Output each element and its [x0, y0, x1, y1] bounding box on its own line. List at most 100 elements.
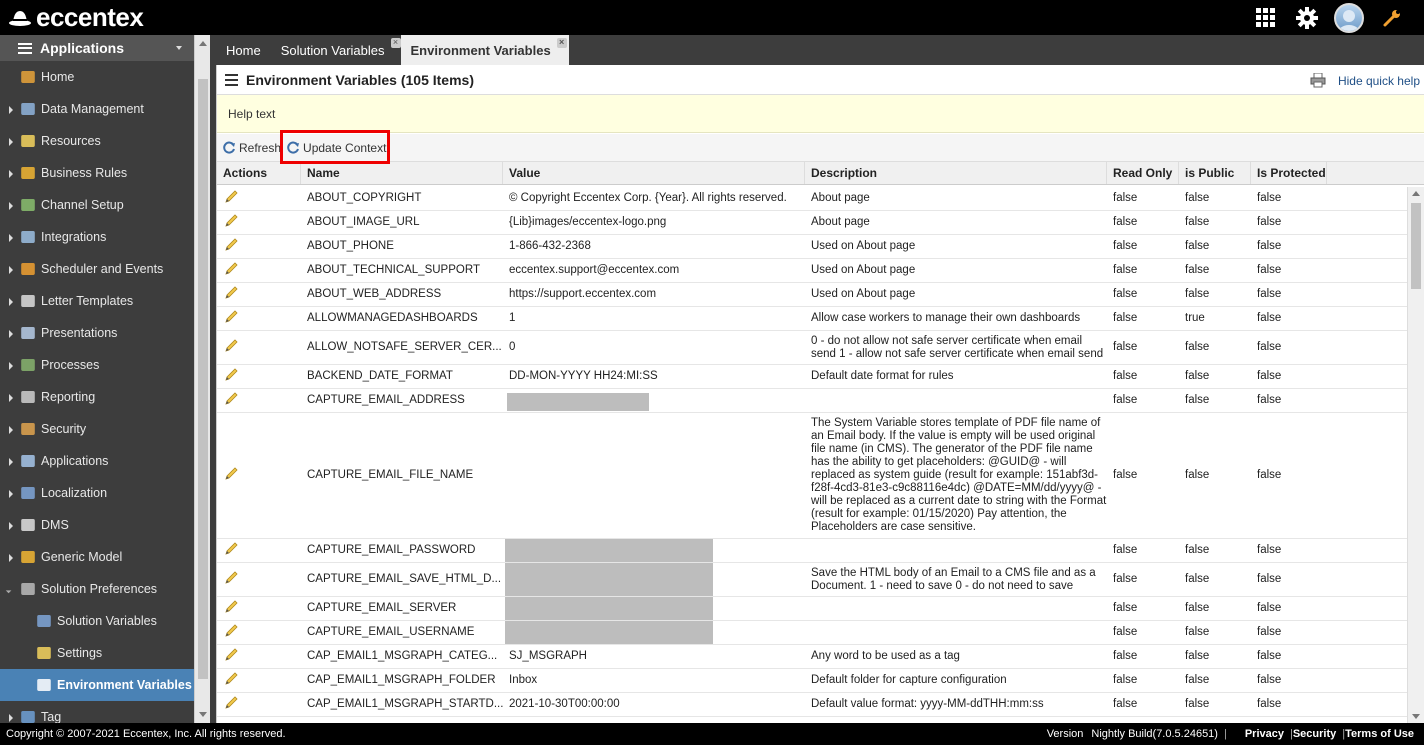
sidebar-header[interactable]: Applications	[0, 35, 194, 61]
edit-pencil-icon[interactable]	[223, 695, 239, 715]
close-icon[interactable]: ×	[390, 38, 401, 48]
table-row[interactable]: CAPTURE_EMAIL_PASSWORD false false false	[217, 539, 1407, 563]
edit-pencil-icon[interactable]	[223, 570, 239, 590]
sidebar-item-business-rules[interactable]: Business Rules	[0, 157, 194, 189]
expand-arrow-icon[interactable]	[9, 106, 13, 114]
wrench-icon[interactable]	[1382, 8, 1402, 28]
expand-arrow-icon[interactable]	[5, 584, 15, 594]
table-row[interactable]: ALLOWMANAGEDASHBOARDS 1 Allow case workers…	[217, 307, 1407, 331]
scroll-thumb[interactable]	[198, 79, 208, 679]
expand-arrow-icon[interactable]	[9, 330, 13, 338]
security-link[interactable]: Security	[1293, 728, 1336, 740]
sidebar-scrollbar[interactable]	[194, 35, 210, 723]
sidebar-item-generic-model[interactable]: Generic Model	[0, 541, 194, 573]
refresh-button[interactable]: Refresh	[223, 141, 281, 155]
table-row[interactable]: CAPTURE_EMAIL_SAVE_HTML_D... Save the HTM…	[217, 563, 1407, 597]
expand-arrow-icon[interactable]	[9, 522, 13, 530]
column-header-name[interactable]: Name	[301, 162, 503, 184]
gear-icon[interactable]	[1296, 6, 1318, 29]
edit-pencil-icon[interactable]	[223, 466, 239, 486]
expand-arrow-icon[interactable]	[9, 298, 13, 306]
tab-environment-variables[interactable]: Environment Variables ×	[400, 35, 569, 65]
logo[interactable]: eccentex	[8, 2, 144, 32]
edit-pencil-icon[interactable]	[223, 237, 239, 257]
edit-pencil-icon[interactable]	[223, 309, 239, 329]
expand-arrow-icon[interactable]	[9, 202, 13, 210]
column-header-value[interactable]: Value	[503, 162, 805, 184]
sidebar-item-tag[interactable]: Tag	[0, 701, 194, 723]
table-row[interactable]: ABOUT_COPYRIGHT © Copyright Eccentex Corp…	[217, 187, 1407, 211]
sidebar-item-home[interactable]: Home	[0, 61, 194, 93]
scroll-up-icon[interactable]	[199, 41, 207, 46]
sidebar-item-channel-setup[interactable]: Channel Setup	[0, 189, 194, 221]
column-header-is-protected[interactable]: Is Protected	[1251, 162, 1327, 184]
tab-solution-variables[interactable]: Solution Variables ×	[271, 35, 401, 65]
sidebar-item-processes[interactable]: Processes	[0, 349, 194, 381]
sidebar-item-localization[interactable]: Localization	[0, 477, 194, 509]
table-row[interactable]: CAPTURE_EMAIL_USERNAME false false false	[217, 621, 1407, 645]
edit-pencil-icon[interactable]	[223, 213, 239, 233]
edit-pencil-icon[interactable]	[223, 599, 239, 619]
expand-arrow-icon[interactable]	[9, 426, 13, 434]
table-row[interactable]: ABOUT_WEB_ADDRESS https://support.eccente…	[217, 283, 1407, 307]
edit-pencil-icon[interactable]	[223, 647, 239, 667]
expand-arrow-icon[interactable]	[9, 554, 13, 562]
sidebar-item-data-management[interactable]: Data Management	[0, 93, 194, 125]
edit-pencil-icon[interactable]	[223, 189, 239, 209]
terms-link[interactable]: Terms of Use	[1345, 728, 1414, 740]
edit-pencil-icon[interactable]	[223, 285, 239, 305]
table-row[interactable]: CAPTURE_EMAIL_FILE_NAME The System Variab…	[217, 413, 1407, 539]
expand-arrow-icon[interactable]	[9, 266, 13, 274]
edit-pencil-icon[interactable]	[223, 671, 239, 691]
scroll-down-icon[interactable]	[1412, 714, 1420, 719]
apps-grid-icon[interactable]	[1256, 7, 1276, 28]
sidebar-item-settings[interactable]: Settings	[0, 637, 194, 669]
table-row[interactable]: BACKEND_DATE_FORMAT DD-MON-YYYY HH24:MI:S…	[217, 365, 1407, 389]
table-row[interactable]: CAP_EMAIL1_MSGRAPH_CATEG... SJ_MSGRAPH Any…	[217, 645, 1407, 669]
table-row[interactable]: ABOUT_IMAGE_URL {Lib}images/eccentex-logo…	[217, 211, 1407, 235]
sidebar-item-integrations[interactable]: Integrations	[0, 221, 194, 253]
table-row[interactable]: ABOUT_PHONE 1-866-432-2368 Used on About p…	[217, 235, 1407, 259]
edit-pencil-icon[interactable]	[223, 367, 239, 387]
table-scrollbar[interactable]	[1407, 187, 1424, 723]
sidebar-item-solution-preferences[interactable]: Solution Preferences	[0, 573, 194, 605]
expand-arrow-icon[interactable]	[9, 394, 13, 402]
sidebar-item-applications[interactable]: Applications	[0, 445, 194, 477]
column-header-actions[interactable]: Actions	[217, 162, 301, 184]
scroll-down-icon[interactable]	[199, 712, 207, 717]
printer-icon[interactable]	[1310, 73, 1326, 88]
table-row[interactable]: CAP_EMAIL1_MSGRAPH_STARTD... 2021-10-30T0…	[217, 693, 1407, 717]
table-row[interactable]: CAPTURE_EMAIL_SERVER false false false	[217, 597, 1407, 621]
column-header-read-only[interactable]: Read Only	[1107, 162, 1179, 184]
table-row[interactable]: CAPTURE_EMAIL_ADDRESS false false false	[217, 389, 1407, 413]
edit-pencil-icon[interactable]	[223, 391, 239, 411]
sidebar-item-scheduler-and-events[interactable]: Scheduler and Events	[0, 253, 194, 285]
sidebar-item-letter-templates[interactable]: Letter Templates	[0, 285, 194, 317]
privacy-link[interactable]: Privacy	[1245, 728, 1284, 740]
column-header-description[interactable]: Description	[805, 162, 1107, 184]
edit-pencil-icon[interactable]	[223, 261, 239, 281]
sidebar-item-security[interactable]: Security	[0, 413, 194, 445]
table-row[interactable]: ABOUT_TECHNICAL_SUPPORT eccentex.support@…	[217, 259, 1407, 283]
expand-arrow-icon[interactable]	[9, 170, 13, 178]
sidebar-item-reporting[interactable]: Reporting	[0, 381, 194, 413]
expand-arrow-icon[interactable]	[9, 714, 13, 722]
sidebar-item-presentations[interactable]: Presentations	[0, 317, 194, 349]
expand-arrow-icon[interactable]	[9, 362, 13, 370]
table-row[interactable]: ALLOW_NOTSAFE_SERVER_CER... 0 0 - do not a…	[217, 331, 1407, 365]
edit-pencil-icon[interactable]	[223, 541, 239, 561]
close-icon[interactable]: ×	[556, 38, 567, 48]
edit-pencil-icon[interactable]	[223, 338, 239, 358]
avatar[interactable]	[1334, 2, 1364, 33]
sidebar-item-dms[interactable]: DMS	[0, 509, 194, 541]
edit-pencil-icon[interactable]	[223, 623, 239, 643]
expand-arrow-icon[interactable]	[9, 138, 13, 146]
scroll-up-icon[interactable]	[1412, 191, 1420, 196]
scroll-thumb[interactable]	[1411, 203, 1421, 289]
sidebar-item-resources[interactable]: Resources	[0, 125, 194, 157]
hide-quick-help-link[interactable]: Hide quick help	[1310, 73, 1420, 88]
expand-arrow-icon[interactable]	[9, 490, 13, 498]
sidebar-item-environment-variables[interactable]: Environment Variables	[0, 669, 194, 701]
expand-arrow-icon[interactable]	[9, 234, 13, 242]
tab-home[interactable]: Home	[216, 35, 271, 65]
